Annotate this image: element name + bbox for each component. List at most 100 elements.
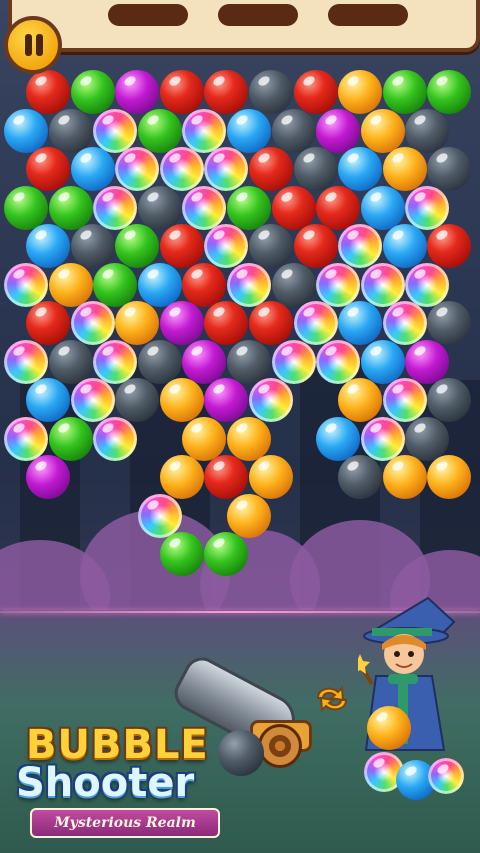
- red-bubble: [26, 147, 70, 191]
- purple-bubble: [159, 301, 204, 345]
- blue-bubble: [26, 378, 70, 422]
- dark-bubble: [70, 224, 115, 268]
- rainbow-bubble: [137, 493, 182, 538]
- logo-title-line2: Shooter: [16, 760, 195, 806]
- dark-bubble: [115, 378, 160, 422]
- rainbow-bubble: [382, 301, 427, 345]
- dark-bubble: [405, 416, 450, 461]
- orange-bubble: [115, 301, 160, 345]
- red-bubble: [204, 70, 249, 114]
- rainbow-bubble: [204, 147, 249, 191]
- panel-slot: [218, 4, 298, 26]
- green-bubble: [427, 70, 472, 114]
- swap-arrows-icon[interactable]: [312, 682, 352, 716]
- purple-bubble: [182, 339, 227, 384]
- blue-bubble: [137, 262, 182, 307]
- logo-ribbon: Mysterious Realm: [30, 808, 220, 838]
- orange-bubble: [182, 416, 227, 461]
- red-bubble: [182, 262, 227, 307]
- orange-bubble: [382, 455, 427, 499]
- orange-bubble: [227, 416, 271, 461]
- rainbow-bubble: [4, 416, 48, 461]
- rainbow-bubble: [70, 378, 115, 422]
- panel-slot: [108, 4, 188, 26]
- blue-bubble: [4, 108, 48, 153]
- dark-bubble: [271, 262, 316, 307]
- dark-bubble: [227, 339, 271, 384]
- dark-bubble: [249, 224, 293, 268]
- green-bubble: [137, 108, 182, 153]
- red-bubble: [204, 455, 249, 499]
- rainbow-bubble: [93, 185, 138, 230]
- rainbow-bubble: [4, 339, 48, 384]
- orange-bubble: [338, 378, 383, 422]
- rainbow-bubble: [93, 339, 138, 384]
- blue-bubble: [360, 185, 405, 230]
- blue-bubble: [338, 147, 383, 191]
- purple-bubble: [405, 339, 450, 384]
- rainbow-bubble: [115, 147, 160, 191]
- red-bubble: [159, 70, 204, 114]
- dark-bubble: [137, 185, 182, 230]
- orange-bubble: [48, 262, 93, 307]
- next-bubble-orange[interactable]: [367, 706, 411, 750]
- green-bubble: [93, 262, 138, 307]
- rainbow-bubble: [293, 301, 338, 345]
- green-bubble: [48, 416, 93, 461]
- orange-bubble: [382, 147, 427, 191]
- rainbow-bubble: [182, 108, 227, 153]
- rainbow-bubble: [182, 185, 227, 230]
- red-bubble: [204, 301, 249, 345]
- next-bubble-rainbow[interactable]: [428, 758, 464, 794]
- red-bubble: [427, 224, 472, 268]
- red-bubble: [293, 70, 338, 114]
- blue-bubble: [360, 339, 405, 384]
- rainbow-bubble: [360, 262, 405, 307]
- purple-bubble: [204, 378, 249, 422]
- panel-slot: [328, 4, 408, 26]
- rainbow-bubble: [70, 301, 115, 345]
- logo-tagline: Mysterious Realm: [54, 815, 196, 831]
- green-bubble: [382, 70, 427, 114]
- dark-bubble: [48, 108, 93, 153]
- rainbow-bubble: [405, 185, 450, 230]
- purple-bubble: [316, 108, 361, 153]
- dark-bubble: [137, 339, 182, 384]
- rainbow-bubble: [338, 224, 383, 268]
- green-bubble: [70, 70, 115, 114]
- rainbow-bubble: [316, 339, 361, 384]
- blue-bubble: [338, 301, 383, 345]
- dark-bubble: [427, 301, 472, 345]
- rainbow-bubble: [93, 108, 138, 153]
- rainbow-bubble: [93, 416, 138, 461]
- dark-bubble: [48, 339, 93, 384]
- green-bubble: [227, 185, 271, 230]
- pause-button[interactable]: [4, 16, 62, 74]
- orange-bubble: [338, 70, 383, 114]
- purple-bubble: [26, 455, 70, 499]
- top-panel: [8, 0, 480, 52]
- rainbow-bubble: [360, 416, 405, 461]
- dark-bubble: [338, 455, 383, 499]
- orange-bubble: [227, 493, 271, 538]
- red-bubble: [271, 185, 316, 230]
- dark-bubble: [271, 108, 316, 153]
- blue-bubble: [316, 416, 361, 461]
- red-bubble: [249, 301, 293, 345]
- orange-bubble: [249, 455, 293, 499]
- game-scene[interactable]: BUBBLE Shooter Mysterious Realm: [0, 0, 480, 853]
- orange-bubble: [360, 108, 405, 153]
- green-bubble: [159, 532, 204, 576]
- rainbow-bubble: [382, 378, 427, 422]
- red-bubble: [26, 70, 70, 114]
- loaded-bubble: [218, 730, 264, 776]
- red-bubble: [26, 301, 70, 345]
- red-bubble: [293, 224, 338, 268]
- game-logo: BUBBLE Shooter Mysterious Realm: [14, 722, 224, 842]
- green-bubble: [48, 185, 93, 230]
- orange-bubble: [159, 378, 204, 422]
- blue-bubble: [227, 108, 271, 153]
- cannon-wheel: [258, 724, 302, 768]
- rainbow-bubble: [227, 262, 271, 307]
- rainbow-bubble: [271, 339, 316, 384]
